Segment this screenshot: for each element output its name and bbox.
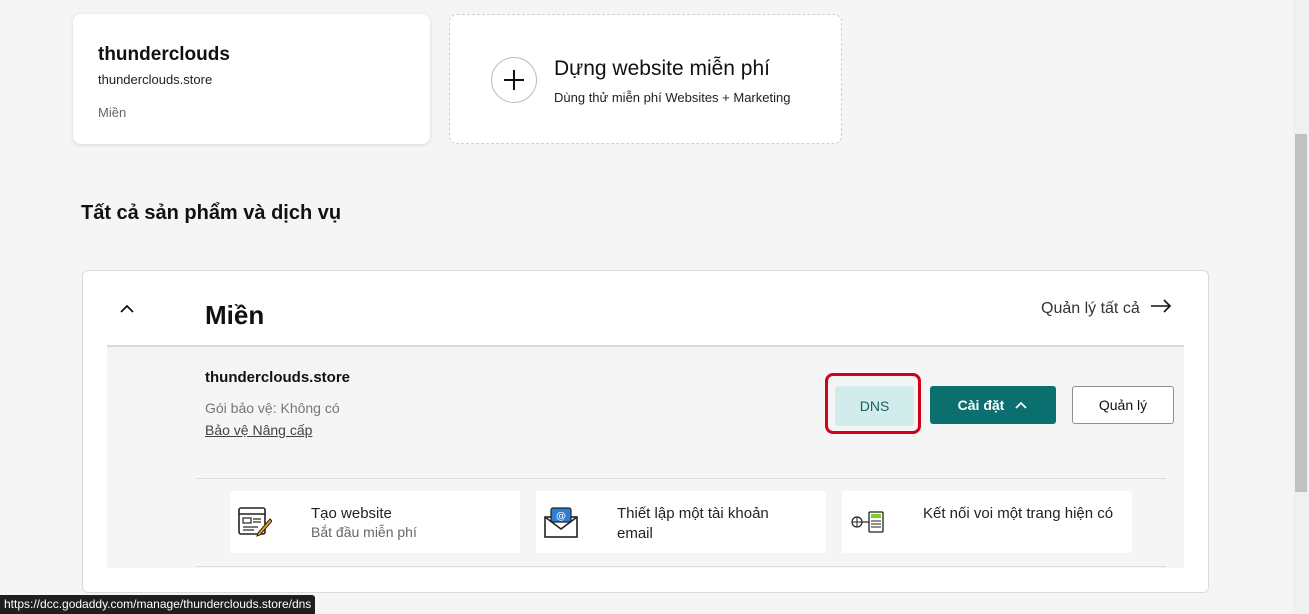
row-protection-status: Gói bảo vệ: Không có (205, 400, 340, 416)
row-divider (196, 478, 1166, 479)
tile-title: Thiết lập một tài khoản email (617, 505, 769, 542)
plus-icon[interactable] (491, 57, 537, 103)
row-bottom-divider (196, 566, 1166, 567)
manage-all-label: Quản lý tất cả (1041, 299, 1140, 317)
tile-setup-email[interactable]: @ Thiết lập một tài khoản email (536, 491, 826, 553)
setup-button[interactable]: Cài đặt (930, 386, 1056, 424)
connect-site-icon (850, 505, 884, 539)
svg-text:@: @ (556, 511, 566, 522)
tile-create-website[interactable]: Tạo website Bắt đầu miễn phí (230, 491, 520, 553)
tile-connect-site[interactable]: Kết nối voi một trang hiện có (842, 491, 1132, 553)
build-website-title: Dựng website miễn phí (554, 57, 770, 80)
build-website-subtitle: Dùng thử miễn phí Websites + Marketing (554, 90, 791, 105)
status-bar-url: https://dcc.godaddy.com/manage/thundercl… (0, 595, 316, 614)
email-envelope-icon: @ (544, 505, 578, 539)
domain-card-name: thunderclouds (98, 44, 230, 65)
upgrade-protection-link[interactable]: Bảo vệ Nâng cấp (205, 422, 312, 438)
tile-subtitle: Bắt đầu miễn phí (311, 524, 417, 540)
domain-card-url: thunderclouds.store (98, 72, 213, 87)
domain-card[interactable]: thunderclouds thunderclouds.store Miền (73, 14, 430, 144)
row-domain-name: thunderclouds.store (205, 369, 351, 386)
manage-button[interactable]: Quản lý (1072, 386, 1174, 424)
dns-button[interactable]: DNS (835, 386, 914, 426)
arrow-right-icon (1150, 299, 1172, 318)
panel-title: Miền (205, 300, 265, 330)
tile-title: Kết nối voi một trang hiện có (923, 505, 1114, 522)
build-website-card[interactable]: Dựng website miễn phí Dùng thử miễn phí … (449, 14, 842, 144)
website-builder-icon (238, 505, 273, 539)
tile-title: Tạo website (311, 505, 392, 522)
chevron-up-icon[interactable] (117, 299, 137, 319)
domain-card-type: Miền (98, 105, 127, 120)
manage-all-link[interactable]: Quản lý tất cả (1041, 299, 1172, 318)
chevron-up-icon (1014, 397, 1028, 413)
scrollbar-thumb[interactable] (1295, 134, 1307, 492)
section-title: Tất cả sản phẩm và dịch vụ (81, 202, 342, 224)
setup-label: Cài đặt (957, 397, 1005, 413)
